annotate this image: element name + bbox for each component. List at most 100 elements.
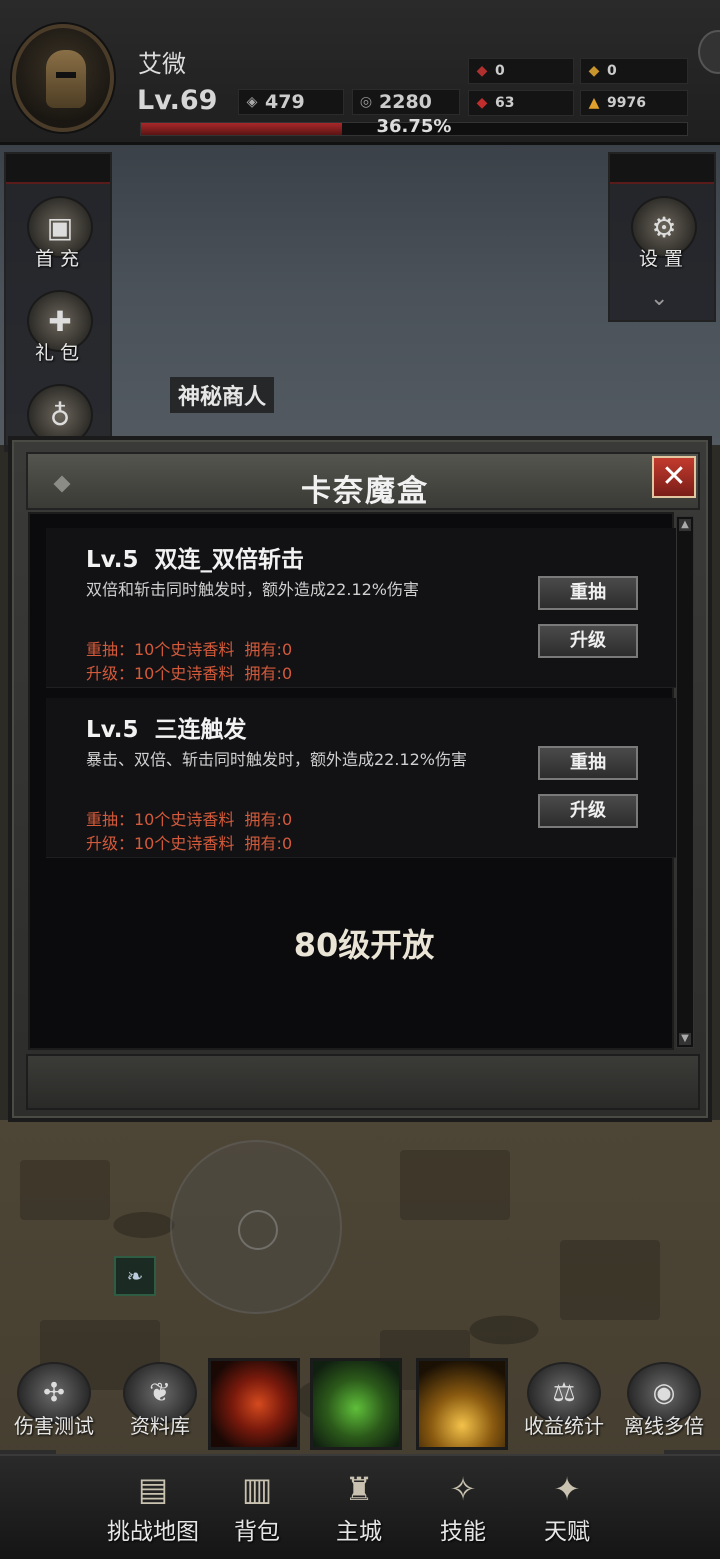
nav-talent[interactable]: ✦ 天赋 <box>512 1460 622 1556</box>
nav-skills[interactable]: ✧ 技能 <box>408 1460 518 1556</box>
side-menu-right: ⚙ 设置 ⌄ <box>608 152 716 322</box>
reroll-owned-text: 拥有:0 <box>244 810 293 829</box>
nav-backpack[interactable]: ▥ 背包 <box>202 1460 312 1556</box>
skill-card: Lv.5 三连触发 暴击、双倍、斩击同时触发时，额外造成22.12%伤害 重抽：… <box>46 698 676 858</box>
ticket-icon: ◈ <box>246 94 258 110</box>
dialog-title: 卡奈魔盒 <box>301 474 429 509</box>
player-level: Lv.69 <box>137 85 218 116</box>
chevron-down-icon[interactable]: ⌄ <box>650 286 668 311</box>
bottom-nav: ▤ 挑战地图 ▥ 背包 ♜ 主城 ✧ 技能 ✦ 天赋 <box>0 1454 720 1559</box>
reroll-cost-text: 重抽：10个史诗香料 <box>86 640 235 659</box>
side-menu-left: ▣ 首充 ✚ 礼包 ♁ <box>4 152 112 452</box>
damage-test-label: 伤害测试 <box>14 1414 94 1438</box>
red-crystal-icon: ◆ <box>476 95 488 111</box>
helmet-icon <box>46 50 86 108</box>
skill-slot-claw[interactable] <box>208 1358 300 1450</box>
gold-pile-icon: ▲ <box>588 95 600 111</box>
nav-challenge-map[interactable]: ▤ 挑战地图 <box>98 1460 208 1556</box>
side-banner <box>610 154 714 184</box>
nav-challenge-map-label: 挑战地图 <box>107 1519 199 1545</box>
backpack-icon: ▥ <box>241 1470 273 1508</box>
castle-icon: ♜ <box>344 1470 374 1508</box>
dialog-footer <box>26 1054 700 1110</box>
skill-description: 双倍和斩击同时触发时，额外造成22.12%伤害 <box>86 580 420 599</box>
joystick-knob[interactable] <box>238 1210 278 1250</box>
income-stats-label: 收益统计 <box>524 1414 604 1438</box>
close-button[interactable]: ✕ <box>652 456 696 498</box>
skill-slot-sunburst[interactable] <box>416 1358 508 1450</box>
nav-talent-label: 天赋 <box>544 1519 590 1545</box>
skill-level: Lv.5 <box>86 547 139 573</box>
nav-main-city-label: 主城 <box>336 1519 382 1545</box>
settings-label: 设置 <box>638 248 689 270</box>
upgrade-cost: 升级：10个史诗香料 拥有:0 <box>86 660 292 684</box>
reroll-owned-text: 拥有:0 <box>244 640 293 659</box>
npc-name-label[interactable]: 神秘商人 <box>170 377 275 413</box>
reroll-cost-text: 重抽：10个史诗香料 <box>86 810 235 829</box>
nav-main-city[interactable]: ♜ 主城 <box>304 1460 414 1556</box>
settings-button[interactable]: ⚙ 设置 <box>624 196 704 282</box>
pouch-icon: ♁ <box>27 384 93 444</box>
close-icon: ✕ <box>661 459 687 494</box>
gold-spice-small-counter: ◆ 0 <box>580 58 688 84</box>
buff-icon[interactable]: ❧ <box>114 1256 156 1296</box>
dialog-header: 卡奈魔盒 <box>26 452 700 510</box>
coin-value: 2280 <box>379 91 432 113</box>
dialog-scrollbar[interactable]: ▲ ▼ <box>676 516 694 1048</box>
skill-title: Lv.5 三连触发 <box>86 710 247 744</box>
player-header: 艾微 Lv.69 ◈ 479 ◎ 2280 ◆ 0 ◆ 0 ◆ 63 ▲ 997… <box>0 0 720 145</box>
gold-spice-small-value: 0 <box>607 63 617 79</box>
first-charge-label: 首充 <box>34 248 85 270</box>
pouch-button[interactable]: ♁ <box>20 384 100 444</box>
database-label: 资料库 <box>130 1414 190 1438</box>
red-spice-large-counter: ◆ 63 <box>468 90 574 116</box>
gift-pack-button[interactable]: ✚ 礼包 <box>20 290 100 376</box>
income-stats-button[interactable]: ⚖ 收益统计 <box>514 1362 614 1446</box>
red-spice-icon: ◆ <box>476 63 488 79</box>
scroll-up-icon[interactable]: ▲ <box>679 519 691 531</box>
coin-counter: ◎ 2280 <box>352 89 460 115</box>
map-icon: ▤ <box>137 1470 169 1508</box>
skill-slot-poison[interactable] <box>310 1358 402 1450</box>
ticket-value: 479 <box>265 91 305 113</box>
upgrade-owned-text: 拥有:0 <box>244 664 293 683</box>
upgrade-button[interactable]: 升级 <box>538 624 638 658</box>
magic-box-dialog: 卡奈魔盒 ✕ Lv.5 双连_双倍斩击 双倍和斩击同时触发时，额外造成22.12… <box>8 436 712 1122</box>
nav-backpack-label: 背包 <box>234 1519 280 1545</box>
skill-name: 双连_双倍斩击 <box>154 547 305 573</box>
reroll-button[interactable]: 重抽 <box>538 576 638 610</box>
upgrade-cost-text: 升级：10个史诗香料 <box>86 664 235 683</box>
red-spice-large-value: 63 <box>495 95 515 111</box>
skill-level: Lv.5 <box>86 717 139 743</box>
reroll-cost: 重抽：10个史诗香料 拥有:0 <box>86 636 292 660</box>
offline-multiplier-button[interactable]: ◉ 离线多倍 <box>614 1362 714 1446</box>
virtual-joystick[interactable] <box>170 1140 342 1314</box>
gold-spice-large-counter: ▲ 9976 <box>580 90 688 116</box>
skill-title: Lv.5 双连_双倍斩击 <box>86 540 304 574</box>
locked-slot-text: 80级开放 <box>293 926 435 964</box>
side-banner <box>6 154 110 184</box>
skill-description: 暴击、双倍、斩击同时触发时，额外造成22.12%伤害 <box>86 750 468 769</box>
skill-card: Lv.5 双连_双倍斩击 双倍和斩击同时触发时，额外造成22.12%伤害 重抽：… <box>46 528 676 688</box>
nav-skills-label: 技能 <box>440 1519 486 1545</box>
menu-corner-button[interactable] <box>698 30 720 74</box>
talent-icon: ✦ <box>553 1470 581 1508</box>
exp-percent: 36.75% <box>376 116 452 137</box>
ticket-counter: ◈ 479 <box>238 89 344 115</box>
skill-icon: ✧ <box>449 1470 477 1508</box>
database-button[interactable]: ❦ 资料库 <box>110 1362 210 1446</box>
upgrade-button[interactable]: 升级 <box>538 794 638 828</box>
upgrade-owned-text: 拥有:0 <box>244 834 293 853</box>
upgrade-cost: 升级：10个史诗香料 拥有:0 <box>86 830 292 854</box>
first-charge-button[interactable]: ▣ 首充 <box>20 196 100 282</box>
player-name: 艾微 <box>138 50 186 78</box>
reroll-cost: 重抽：10个史诗香料 拥有:0 <box>86 806 292 830</box>
reroll-button[interactable]: 重抽 <box>538 746 638 780</box>
gold-spice-icon: ◆ <box>588 63 600 79</box>
red-spice-small-value: 0 <box>495 63 505 79</box>
gift-pack-label: 礼包 <box>34 342 85 364</box>
damage-test-button[interactable]: ✣ 伤害测试 <box>4 1362 104 1446</box>
skill-name: 三连触发 <box>154 717 247 743</box>
red-spice-small-counter: ◆ 0 <box>468 58 574 84</box>
scroll-down-icon[interactable]: ▼ <box>679 1033 691 1045</box>
